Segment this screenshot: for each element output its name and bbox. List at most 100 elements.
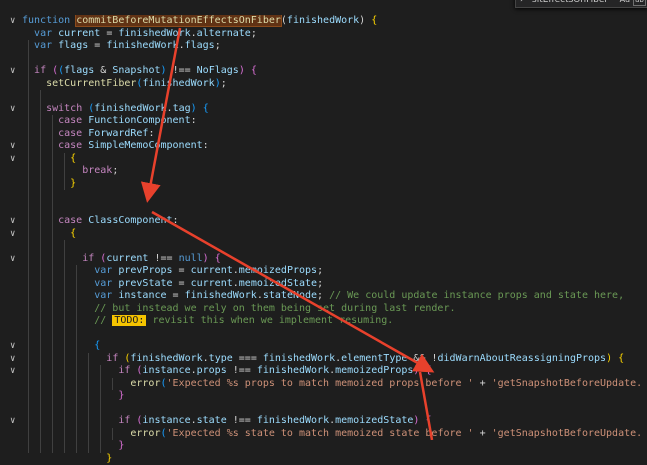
code-token: type (209, 353, 233, 364)
code-token: var (94, 290, 118, 301)
code-line[interactable]: ∨ { (0, 340, 647, 353)
chevron-right-icon[interactable]: › (520, 0, 524, 5)
code-token: var (34, 40, 58, 51)
code-line[interactable]: setCurrentFiber(finishedWork); (0, 78, 647, 91)
fold-chevron-icon[interactable]: ∨ (10, 340, 20, 353)
code-token (22, 440, 118, 451)
code-token: current (191, 265, 233, 276)
code-token: var (94, 265, 118, 276)
code-text: // but instead we rely on them being set… (22, 303, 455, 316)
code-line[interactable]: ∨ if (instance.props !== finishedWork.me… (0, 365, 647, 378)
code-token: ; (317, 290, 329, 301)
code-text: if (instance.props !== finishedWork.memo… (22, 365, 432, 378)
code-line[interactable]: ∨ if ((flags & Snapshot) !== NoFlags) { (0, 65, 647, 78)
code-line[interactable]: var prevState = current.memoizedState; (0, 278, 647, 291)
code-token: memoizedProps (335, 365, 413, 376)
match-case-toggle[interactable]: Aa (620, 0, 630, 4)
fold-chevron-icon[interactable]: ∨ (10, 65, 20, 78)
code-token: memoizedProps (239, 265, 317, 276)
code-line[interactable]: } (0, 178, 647, 191)
code-line[interactable]: var instance = finishedWork.stateNode; /… (0, 290, 647, 303)
code-text: { (22, 228, 76, 241)
code-token: ; (251, 28, 257, 39)
code-line[interactable] (0, 90, 647, 103)
fold-chevron-icon[interactable]: ∨ (10, 140, 20, 153)
fold-chevron-icon[interactable]: ∨ (10, 253, 20, 266)
code-token: = (173, 265, 191, 276)
code-line[interactable]: ∨ case SimpleMemoComponent: (0, 140, 647, 153)
code-line[interactable]: error('Expected %s props to match memoiz… (0, 378, 647, 391)
code-line[interactable]: ∨ if (current !== null) { (0, 253, 647, 266)
code-line[interactable]: ∨function commitBeforeMutationEffectsOnF… (0, 15, 647, 28)
code-token (22, 28, 34, 39)
code-line[interactable]: case ForwardRef: (0, 128, 647, 141)
fold-chevron-icon[interactable]: ∨ (10, 215, 20, 228)
code-line[interactable]: ∨ if (finishedWork.type === finishedWork… (0, 353, 647, 366)
code-text: switch (finishedWork.tag) { (22, 103, 209, 116)
code-line[interactable]: // TODO: revisit this when we implement … (0, 315, 647, 328)
code-line[interactable] (0, 203, 647, 216)
fold-chevron-icon[interactable]: ∨ (10, 103, 20, 116)
code-token: + (480, 428, 492, 439)
highlighted-function-name: commitBeforeMutationEffectsOnFiber (76, 15, 281, 26)
fold-chevron-icon[interactable]: ∨ (10, 228, 20, 241)
code-line[interactable]: ∨ case ClassComponent: (0, 215, 647, 228)
code-token: + (480, 378, 492, 389)
code-token: 'getSnapshotBeforeUpdate. ' (492, 428, 647, 439)
code-line[interactable]: var current = finishedWork.alternate; (0, 28, 647, 41)
fold-chevron-icon[interactable]: ∨ (10, 415, 20, 428)
code-token (22, 303, 94, 314)
fold-chevron-icon[interactable]: ∨ (10, 353, 20, 366)
code-token: !== (227, 365, 257, 376)
code-token: finishedWork (263, 353, 335, 364)
fold-chevron-icon[interactable]: ∨ (10, 15, 20, 28)
code-token: : (191, 115, 197, 126)
code-line[interactable]: ∨ if (instance.state !== finishedWork.me… (0, 415, 647, 428)
code-line[interactable]: ∨ { (0, 228, 647, 241)
code-text: } (22, 453, 112, 465)
code-editor[interactable]: ∨function commitBeforeMutationEffectsOnF… (0, 0, 647, 440)
code-token (22, 453, 106, 464)
code-token (22, 165, 82, 176)
code-token: { (425, 415, 431, 426)
code-line[interactable]: break; (0, 165, 647, 178)
code-token: instance (118, 290, 166, 301)
code-line[interactable]: } (0, 390, 647, 403)
code-line[interactable]: // but instead we rely on them being set… (0, 303, 647, 316)
code-token: finishedWork (257, 365, 329, 376)
code-line[interactable]: ∨ { (0, 153, 647, 166)
code-line[interactable]: var prevProps = current.memoizedProps; (0, 265, 647, 278)
fold-chevron-icon[interactable]: ∨ (10, 153, 20, 166)
code-text: if (current !== null) { (22, 253, 221, 266)
code-token: case (58, 115, 88, 126)
code-token (22, 365, 118, 376)
code-line[interactable]: var flags = finishedWork.flags; (0, 40, 647, 53)
code-line[interactable] (0, 240, 647, 253)
code-line[interactable] (0, 53, 647, 66)
match-word-toggle[interactable]: ab (633, 0, 646, 6)
code-token: finishedWork (118, 28, 190, 39)
code-token: & (94, 65, 112, 76)
code-line[interactable]: } (0, 453, 647, 465)
code-text: setCurrentFiber(finishedWork); (22, 78, 227, 91)
find-widget[interactable]: › sitEffectsOnFiber Aa ab (515, 0, 647, 8)
code-line[interactable]: case FunctionComponent: (0, 115, 647, 128)
code-token: didWarnAboutReassigningProps (438, 353, 607, 364)
code-line[interactable]: } (0, 440, 647, 453)
code-token (22, 290, 94, 301)
code-token: if (34, 65, 52, 76)
code-line[interactable] (0, 403, 647, 416)
code-line[interactable] (0, 328, 647, 341)
fold-chevron-icon[interactable]: ∨ (10, 365, 20, 378)
code-token: break (82, 165, 112, 176)
code-token: finishedWork (287, 15, 359, 26)
code-line[interactable] (0, 190, 647, 203)
code-token: if (118, 365, 136, 376)
find-query[interactable]: sitEffectsOnFiber (532, 0, 608, 5)
code-token: null (179, 253, 203, 264)
code-token (22, 215, 58, 226)
code-line[interactable]: error('Expected %s state to match memoiz… (0, 428, 647, 441)
code-line[interactable]: ∨ switch (finishedWork.tag) { (0, 103, 647, 116)
code-token: tag (173, 103, 191, 114)
code-token: 'Expected %s props to match memoized pro… (167, 378, 480, 389)
